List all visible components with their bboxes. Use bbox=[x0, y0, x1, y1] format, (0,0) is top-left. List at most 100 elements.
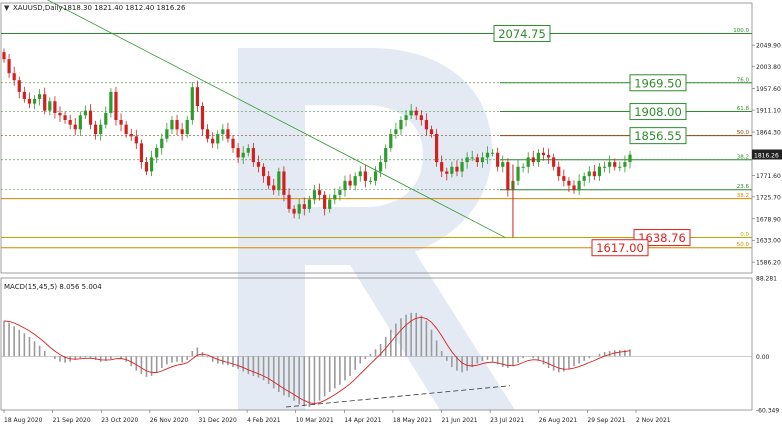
candle-body bbox=[165, 129, 169, 139]
candle-body bbox=[521, 166, 525, 168]
fib-level-label: 50.0 bbox=[737, 130, 750, 136]
chart-root: 100.0 76.0 61.8 50.0 38.2 23.6 38.2 0.0 50.0 207… bbox=[0, 0, 782, 428]
candle-body bbox=[282, 171, 286, 195]
candle-body bbox=[205, 129, 210, 139]
target-box-label: 1856.55 bbox=[634, 129, 682, 143]
candle-body bbox=[475, 157, 479, 163]
candle-body bbox=[440, 162, 444, 172]
date-tick-label: 21 Sep 2020 bbox=[53, 417, 91, 424]
price-tick-label: 1864.30 bbox=[756, 130, 781, 137]
candle-body bbox=[577, 180, 581, 191]
watermark-logo bbox=[238, 48, 515, 410]
collapse-arrow-icon[interactable]: ▼ bbox=[4, 4, 10, 12]
candle-body bbox=[246, 148, 250, 153]
candle-body bbox=[32, 98, 37, 104]
date-tick-label: 26 Aug 2021 bbox=[539, 417, 578, 424]
candle-body bbox=[129, 134, 133, 137]
candle-body bbox=[623, 162, 627, 167]
candle-body bbox=[73, 124, 77, 130]
candle-body bbox=[307, 199, 311, 209]
candle-body bbox=[22, 91, 26, 99]
candle-body bbox=[613, 162, 617, 167]
candle-body bbox=[119, 119, 123, 125]
candle-body bbox=[195, 87, 199, 106]
candle-body bbox=[435, 134, 439, 163]
candle-body bbox=[541, 152, 546, 156]
candle-body bbox=[231, 138, 235, 149]
candle-body bbox=[338, 190, 342, 195]
date-tick-label: 2 Nov 2021 bbox=[636, 417, 671, 424]
candle-body bbox=[241, 152, 245, 158]
date-tick-label: 29 Sep 2021 bbox=[587, 417, 625, 424]
candle-body bbox=[63, 115, 67, 120]
candle-body bbox=[83, 110, 88, 116]
candle-body bbox=[414, 110, 418, 116]
candle-body bbox=[312, 190, 317, 200]
macd-tick-label: 0.00 bbox=[756, 354, 770, 361]
candle-body bbox=[562, 176, 566, 181]
candle-body bbox=[480, 157, 485, 163]
target-box-label: 2074.75 bbox=[498, 27, 546, 41]
fib-level-label: 38.2 bbox=[737, 154, 749, 160]
candle-body bbox=[353, 176, 357, 186]
macd-title: MACD(15,45,5) 8.056 5.004 bbox=[4, 283, 102, 291]
date-tick-label: 4 Feb 2021 bbox=[247, 417, 281, 424]
fib-level-label: 50.0 bbox=[737, 242, 750, 248]
candle-body bbox=[267, 176, 271, 186]
candle-body bbox=[608, 162, 612, 167]
candle-body bbox=[628, 154, 632, 163]
candle-body bbox=[256, 162, 261, 167]
candle-body bbox=[618, 166, 622, 168]
candle-body bbox=[292, 208, 296, 214]
candle-body bbox=[251, 148, 255, 163]
candle-body bbox=[58, 112, 62, 116]
date-tick-label: 23 Jul 2021 bbox=[490, 417, 524, 424]
date-tick-label: 21 Jun 2021 bbox=[442, 417, 478, 424]
candle-body bbox=[114, 91, 118, 120]
candle-body bbox=[216, 134, 220, 144]
candle-body bbox=[17, 80, 21, 92]
candle-body bbox=[94, 124, 98, 135]
candle-body bbox=[53, 101, 57, 113]
symbol-label: XAUUSD,Daily bbox=[13, 4, 63, 12]
candle-body bbox=[597, 166, 602, 177]
date-tick-label: 14 Apr 2021 bbox=[344, 417, 381, 424]
candle-body bbox=[546, 155, 551, 158]
candle-body bbox=[104, 112, 108, 125]
macd-tick-label: 88.281 bbox=[756, 276, 777, 283]
candle-body bbox=[211, 138, 215, 144]
candle-body bbox=[12, 73, 16, 81]
target-box-label: 1617.00 bbox=[596, 241, 644, 255]
candle-body bbox=[526, 157, 530, 167]
candle-body bbox=[531, 157, 535, 163]
target-box-label: 1908.00 bbox=[634, 105, 682, 119]
candle-body bbox=[496, 152, 500, 167]
candle-body bbox=[297, 204, 301, 214]
candle-body bbox=[221, 129, 225, 135]
candle-body bbox=[78, 115, 82, 130]
chart-header: ▼ XAUUSD,Daily 1818.30 1821.40 1812.40 1… bbox=[4, 4, 186, 12]
candle-body bbox=[7, 59, 11, 74]
candle-body bbox=[460, 162, 464, 172]
candle-body bbox=[343, 180, 347, 191]
candle-body bbox=[139, 143, 144, 163]
candle-body bbox=[68, 119, 72, 125]
macd-tick-label: -60.349 bbox=[756, 408, 779, 415]
candle-body bbox=[409, 110, 413, 116]
candle-body bbox=[567, 180, 571, 186]
candle-body bbox=[185, 119, 189, 135]
candle-body bbox=[27, 98, 32, 104]
candle-body bbox=[226, 129, 230, 139]
candle-body bbox=[358, 171, 362, 177]
candle-body bbox=[2, 52, 6, 60]
fib-level-label: 76.0 bbox=[737, 77, 750, 83]
target-box-label: 1969.50 bbox=[634, 76, 682, 90]
candle-body bbox=[592, 171, 596, 177]
candle-body bbox=[144, 162, 149, 172]
candle-body bbox=[200, 105, 205, 130]
candle-body bbox=[557, 166, 561, 177]
date-tick-label: 18 May 2021 bbox=[393, 417, 432, 424]
price-tick-label: 1725.70 bbox=[756, 194, 781, 201]
candle-body bbox=[348, 180, 352, 186]
candle-body bbox=[180, 129, 184, 135]
